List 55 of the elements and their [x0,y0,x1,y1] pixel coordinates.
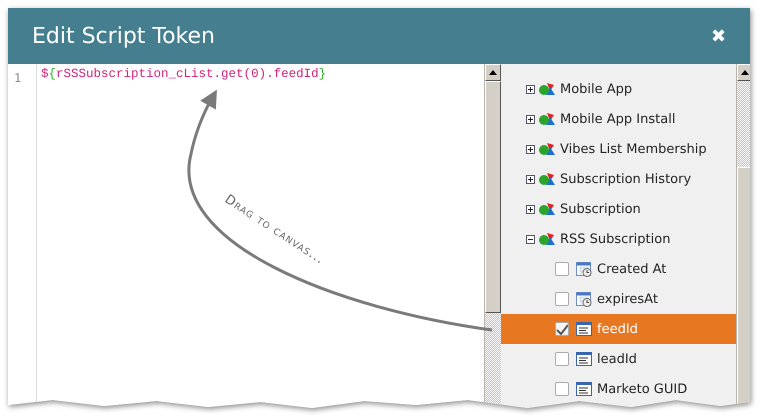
tree-label: feedId [597,322,638,336]
collapse-icon[interactable] [526,234,535,244]
up-arrow-icon [489,70,497,75]
shapes-icon [538,202,556,216]
tree-item[interactable]: Vibes List Membership [501,134,736,164]
code-token: } [318,67,326,81]
tree-label: Subscription [560,202,641,216]
line-number: 1 [14,71,22,85]
tree-label: Mobile App Install [560,112,676,126]
tree-item[interactable]: Subscription History [501,164,736,194]
expand-icon[interactable] [526,174,535,184]
text-field-icon [576,382,592,396]
tree-item[interactable]: Mobile App [501,74,736,104]
tree-item[interactable]: Mobile App Install [501,104,736,134]
shapes-icon [538,142,556,156]
up-arrow-icon [741,70,749,75]
tree-item[interactable]: leadId [501,344,736,374]
tree-label: Created At [597,262,666,276]
tree-label: Vibes List Membership [560,142,707,156]
expand-icon[interactable] [526,84,535,94]
scroll-up-button[interactable] [485,64,501,81]
text-field-icon [576,322,592,336]
tree-label: RSS Subscription [560,232,670,246]
checkbox[interactable] [555,352,569,366]
scroll-thumb[interactable] [485,81,501,313]
tree-label: Mobile App [560,82,632,96]
tree-label: expiresAt [597,292,658,306]
code-token: $ [41,67,49,81]
tree-item[interactable]: Subscription [501,194,736,224]
code-token: rSSSubscription_cList.get(0).feedId [56,67,319,81]
tree-item[interactable]: expiresAt [501,284,736,314]
checkbox[interactable] [555,262,569,276]
calendar-clock-icon [576,291,592,307]
shapes-icon [538,112,556,126]
tree-item[interactable]: Created At [501,254,736,284]
expand-icon[interactable] [526,204,535,214]
tree-label: leadId [597,352,637,366]
calendar-clock-icon [576,261,592,277]
expand-icon[interactable] [526,114,535,124]
tree-item[interactable]: RSS Subscription [501,224,736,254]
checkbox[interactable] [555,292,569,306]
tree-label: Subscription History [560,172,692,186]
shapes-icon [538,172,556,186]
shapes-icon [538,82,556,96]
text-field-icon [576,352,592,366]
close-button[interactable]: ✖ [707,25,730,47]
window-title: Edit Script Token [32,24,215,48]
scroll-up-button[interactable] [737,64,750,81]
tree-label: Marketo GUID [597,382,688,396]
checkbox[interactable] [555,382,569,396]
tree-item[interactable]: Marketo GUID [501,374,736,404]
shapes-icon [538,232,556,246]
expand-icon[interactable] [526,144,535,154]
checkbox[interactable] [555,322,569,336]
code-token: { [48,67,56,81]
